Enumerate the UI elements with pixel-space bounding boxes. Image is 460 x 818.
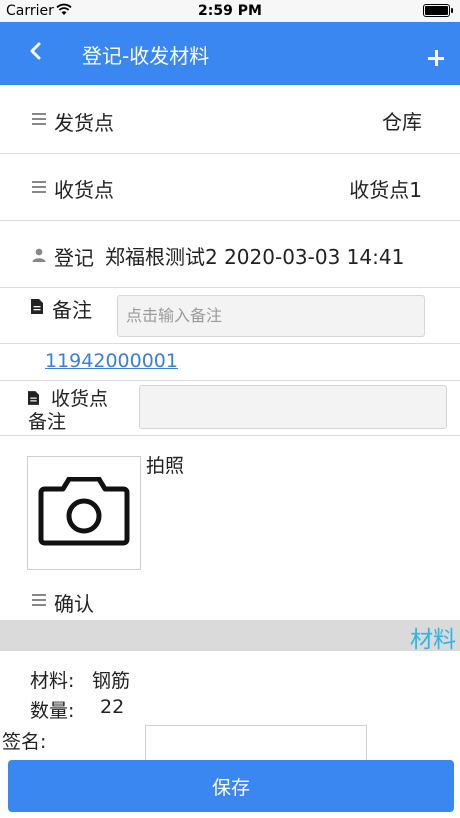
menu-icon (32, 181, 46, 193)
receive-remark-label-line2: 备注 (28, 411, 67, 433)
remark-input[interactable]: 点击输入备注 (117, 295, 425, 337)
remark-label: 备注 (52, 298, 92, 322)
receive-point-row[interactable]: 收货点 收货点1 (0, 154, 460, 221)
receive-remark-input[interactable] (139, 385, 447, 429)
materials-section-title: 材料 (410, 627, 456, 653)
receive-point-label: 收货点 (54, 178, 114, 202)
nav-bar: 登记-收发材料 (0, 22, 460, 85)
camera-icon (38, 477, 130, 546)
photo-label: 拍照 (146, 455, 185, 477)
material-qty-label: 数量: (30, 700, 75, 722)
register-row: 登记 郑福根测试2 2020-03-03 14:41 (0, 221, 460, 288)
save-button-label: 保存 (211, 777, 250, 799)
materials-section-header: 材料 (0, 620, 460, 653)
page-title: 登记-收发材料 (82, 44, 210, 68)
status-bar: Carrier 2:59 PM (0, 0, 460, 22)
material-qty-value: 22 (100, 696, 125, 718)
ship-point-label: 发货点 (54, 111, 114, 135)
save-button[interactable]: 保存 (8, 760, 454, 812)
ship-point-value: 仓库 (382, 110, 422, 134)
status-time: 2:59 PM (198, 3, 262, 19)
remark-row: 备注 点击输入备注 (0, 288, 460, 344)
register-label: 登记 (54, 246, 94, 270)
document-icon (28, 391, 39, 405)
document-icon (31, 299, 43, 314)
photo-button[interactable] (27, 456, 141, 570)
receive-remark-row: 收货点 备注 (0, 381, 460, 436)
menu-icon (32, 113, 46, 125)
plus-icon[interactable] (428, 50, 444, 66)
receive-point-value: 收货点1 (349, 178, 422, 202)
ship-point-row[interactable]: 发货点 仓库 (0, 86, 460, 154)
signature-box[interactable] (145, 725, 367, 761)
remark-placeholder: 点击输入备注 (126, 306, 223, 325)
signature-label: 签名: (2, 731, 47, 753)
user-icon (32, 248, 46, 262)
material-name-value: 钢筋 (92, 670, 131, 692)
material-name-label: 材料: (30, 670, 75, 692)
phone-link[interactable]: 11942000001 (45, 350, 178, 372)
register-value: 郑福根测试2 2020-03-03 14:41 (105, 245, 405, 269)
battery-icon (423, 4, 453, 17)
confirm-label[interactable]: 确认 (54, 588, 94, 617)
menu-icon (32, 594, 46, 606)
chevron-left-icon[interactable] (26, 36, 48, 66)
